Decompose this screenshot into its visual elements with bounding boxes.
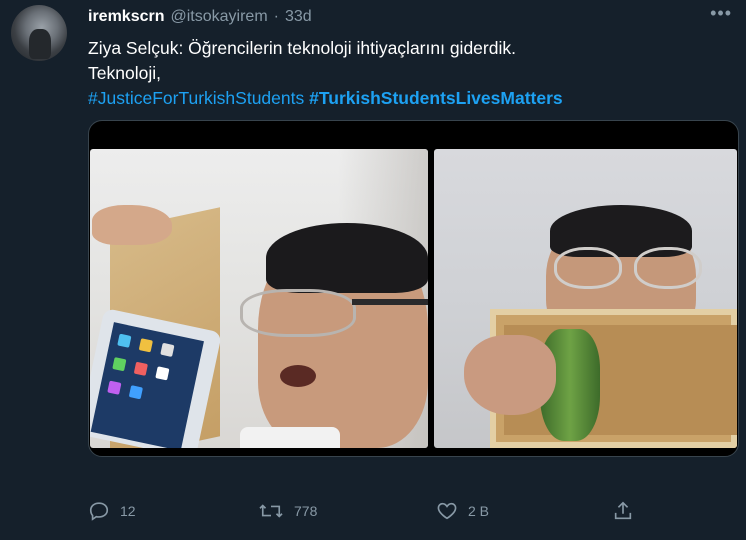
- tablet-display: [90, 322, 204, 448]
- reply-icon: [89, 502, 109, 521]
- display-name[interactable]: iremkscrn: [88, 8, 165, 26]
- share-button[interactable]: [612, 500, 634, 522]
- hand: [92, 205, 172, 245]
- glasses: [240, 289, 356, 337]
- glasses-arm: [352, 299, 428, 305]
- app-icon: [160, 342, 175, 357]
- hand: [464, 335, 556, 415]
- retweet-icon: [259, 504, 283, 518]
- tweet-media[interactable]: [88, 120, 739, 457]
- app-icon: [112, 357, 127, 372]
- reply-count: 12: [120, 503, 136, 519]
- tweet-header: iremkscrn @itsokayirem · 33d: [88, 6, 312, 28]
- app-icon: [133, 361, 148, 376]
- reply-button[interactable]: 12: [88, 500, 136, 522]
- tweet-timestamp[interactable]: 33d: [285, 8, 312, 26]
- child-hair: [266, 223, 428, 293]
- shirt: [240, 427, 340, 448]
- hashtag-link[interactable]: #JusticeForTurkishStudents: [88, 88, 304, 108]
- glasses: [634, 247, 702, 289]
- hashtag-link[interactable]: #TurkishStudentsLivesMatters: [309, 88, 563, 108]
- more-icon[interactable]: •••: [710, 4, 732, 22]
- share-icon: [614, 501, 632, 520]
- video-frame-left: [90, 149, 428, 448]
- app-icon: [155, 366, 170, 381]
- separator-dot: ·: [273, 8, 279, 25]
- heart-icon: [437, 502, 457, 520]
- glasses: [554, 247, 622, 289]
- tweet-text-line: Ziya Selçuk: Öğrencilerin teknoloji ihti…: [88, 38, 516, 58]
- app-icon: [117, 333, 132, 348]
- user-handle[interactable]: @itsokayirem: [171, 8, 268, 26]
- tweet-text: Ziya Selçuk: Öğrencilerin teknoloji ihti…: [88, 36, 728, 111]
- video-frame-right: [434, 149, 737, 448]
- retweet-count: 778: [294, 503, 318, 519]
- app-icon: [138, 338, 153, 353]
- tweet-actions: 12 778 2 B: [88, 500, 688, 530]
- like-count: 2 B: [468, 503, 490, 519]
- tweet-text-line: Teknoloji,: [88, 63, 161, 83]
- retweet-button[interactable]: 778: [258, 500, 317, 522]
- hashtag-line: #JusticeForTurkishStudents #TurkishStude…: [88, 86, 728, 111]
- app-icon: [107, 380, 122, 395]
- app-icon: [128, 385, 143, 400]
- mouth: [280, 365, 316, 387]
- like-button[interactable]: 2 B: [436, 500, 489, 522]
- user-avatar[interactable]: [11, 5, 67, 61]
